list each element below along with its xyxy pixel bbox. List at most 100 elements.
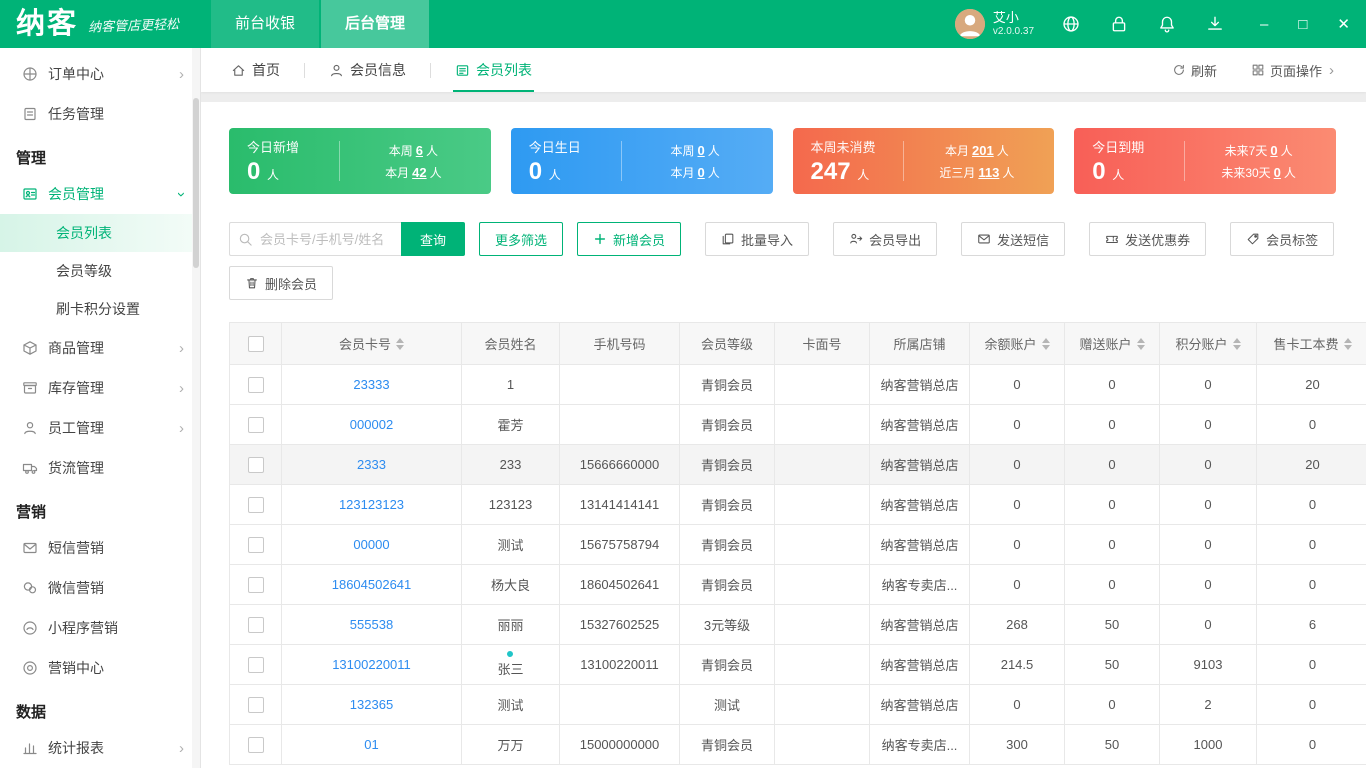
member-card-link[interactable]: 01 xyxy=(282,725,462,765)
send-sms-button[interactable]: 发送短信 xyxy=(961,222,1066,256)
row-checkbox[interactable] xyxy=(247,416,264,433)
row-checkbox[interactable] xyxy=(247,616,264,633)
minimize-button[interactable]: – xyxy=(1260,17,1268,32)
close-button[interactable]: ✕ xyxy=(1337,17,1350,32)
row-checkbox[interactable] xyxy=(247,536,264,553)
card-title: 今日生日 xyxy=(528,139,581,155)
column-header-phone: 手机号码 xyxy=(560,323,680,365)
cell-store: 纳客营销总店 xyxy=(870,445,970,485)
sms-icon xyxy=(22,540,38,556)
member-card-link[interactable]: 2333 xyxy=(282,445,462,485)
row-checkbox[interactable] xyxy=(247,656,264,673)
cell-fee: 0 xyxy=(1257,725,1366,765)
member-export-button[interactable]: 会员导出 xyxy=(833,222,938,256)
cell-balance: 0 xyxy=(970,445,1065,485)
cell-level: 青铜会员 xyxy=(680,565,775,605)
cell-balance: 300 xyxy=(970,725,1065,765)
titlebar-tab-cashier[interactable]: 前台收银 xyxy=(211,0,320,48)
row-checkbox[interactable] xyxy=(247,496,264,513)
sidebar-item-14[interactable]: 小程序营销 xyxy=(0,608,200,648)
table-row-9: 01 万万 15000000000 青铜会员 纳客专卖店... 300 50 1000 0 xyxy=(230,725,1366,765)
sidebar-item-0[interactable]: 订单中心 › xyxy=(0,54,200,94)
tab-0[interactable]: 首页 xyxy=(229,48,282,92)
sidebar-item-9[interactable]: 员工管理 › xyxy=(0,408,200,448)
sort-icon[interactable] xyxy=(1136,337,1145,350)
avatar[interactable] xyxy=(954,9,985,39)
member-card-link[interactable]: 123123123 xyxy=(282,485,462,525)
send-coupon-button[interactable]: 发送优惠券 xyxy=(1089,222,1207,256)
batch-import-button[interactable]: 批量导入 xyxy=(705,222,810,256)
member-card-link[interactable]: 00000 xyxy=(282,525,462,565)
sidebar-item-6[interactable]: 刷卡积分设置 xyxy=(0,290,200,328)
tab-label: 会员信息 xyxy=(350,62,406,78)
sort-icon[interactable] xyxy=(1232,337,1241,350)
row-checkbox[interactable] xyxy=(247,376,264,393)
column-header-balance[interactable]: 余额账户 xyxy=(970,323,1065,365)
row-checkbox[interactable] xyxy=(247,696,264,713)
add-member-button[interactable]: 新增会员 xyxy=(577,222,682,256)
tab-2[interactable]: 会员列表 xyxy=(453,48,534,92)
member-tag-button[interactable]: 会员标签 xyxy=(1230,222,1335,256)
column-header-fee[interactable]: 售卡工本费 xyxy=(1257,323,1366,365)
sidebar-item-13[interactable]: 微信营销 xyxy=(0,568,200,608)
member-card-link[interactable]: 555538 xyxy=(282,605,462,645)
select-all-checkbox[interactable] xyxy=(247,335,264,352)
maximize-button[interactable]: □ xyxy=(1298,17,1307,32)
column-label: 手机号码 xyxy=(593,337,646,352)
download-icon[interactable] xyxy=(1206,15,1224,33)
row-checkbox[interactable] xyxy=(247,576,264,593)
sidebar-item-12[interactable]: 短信营销 xyxy=(0,528,200,568)
row-checkbox[interactable] xyxy=(247,736,264,753)
sidebar-item-1[interactable]: 任务管理 xyxy=(0,94,200,134)
sidebar-item-15[interactable]: 营销中心 xyxy=(0,648,200,688)
sidebar-item-17[interactable]: 统计报表 › xyxy=(0,728,200,768)
card-divider xyxy=(339,141,340,181)
sort-icon[interactable] xyxy=(396,337,404,350)
cell-select xyxy=(230,405,282,445)
more-filters-button[interactable]: 更多筛选 xyxy=(479,222,564,256)
column-header-card-no[interactable]: 会员卡号 xyxy=(282,323,462,365)
page-operations-action[interactable]: 页面操作 › xyxy=(1251,61,1340,80)
row-checkbox[interactable] xyxy=(247,456,264,473)
cell-points: 0 xyxy=(1160,525,1257,565)
search-input[interactable] xyxy=(229,222,401,256)
sort-icon[interactable] xyxy=(1041,337,1050,350)
globe-icon[interactable] xyxy=(1062,15,1080,33)
refresh-action[interactable]: 刷新 xyxy=(1172,61,1217,80)
titlebar-tab-backoffice[interactable]: 后台管理 xyxy=(321,0,430,48)
user-name: 艾小 xyxy=(992,9,1019,25)
column-header-points[interactable]: 积分账户 xyxy=(1160,323,1257,365)
sidebar-item-4[interactable]: 会员列表 xyxy=(0,214,200,252)
cell-phone xyxy=(560,405,680,445)
member-card-link[interactable]: 18604502641 xyxy=(282,565,462,605)
scrollbar-thumb[interactable] xyxy=(193,98,199,268)
card-value: 0 人 xyxy=(1092,157,1125,185)
column-label: 余额账户 xyxy=(984,337,1037,352)
sidebar: 订单中心 › 任务管理 管理 会员管理 › 会员列表 会员等级 刷卡积分设置 商品管理 › 库存管理 ›… xyxy=(0,48,201,768)
sidebar-item-7[interactable]: 商品管理 › xyxy=(0,328,200,368)
bell-icon[interactable] xyxy=(1158,15,1176,33)
member-card-link[interactable]: 13100220011 xyxy=(282,645,462,685)
delete-member-button[interactable]: 删除会员 xyxy=(229,266,334,300)
member-card-link[interactable]: 23333 xyxy=(282,365,462,405)
titlebar-right: 艾小 v2.0.0.37 – □ ✕ xyxy=(954,9,1366,39)
cell-name: 霍芳 xyxy=(462,405,560,445)
column-header-gift[interactable]: 赠送账户 xyxy=(1065,323,1160,365)
sort-icon[interactable] xyxy=(1343,337,1352,350)
table-body: 23333 1 青铜会员 纳客营销总店 0 0 0 20 000002 霍芳 青铜会员 纳客营销总店 0… xyxy=(230,365,1366,765)
tab-1[interactable]: 会员信息 xyxy=(327,48,408,92)
plus-icon xyxy=(593,232,607,246)
cell-fee: 0 xyxy=(1257,685,1366,725)
sidebar-item-8[interactable]: 库存管理 › xyxy=(0,368,200,408)
member-card-link[interactable]: 000002 xyxy=(282,405,462,445)
lock-icon[interactable] xyxy=(1110,15,1128,33)
sidebar-scrollbar[interactable] xyxy=(192,48,200,768)
search-button[interactable]: 查询 xyxy=(401,222,466,256)
card-value: 0 人 xyxy=(247,157,280,185)
cell-fee: 0 xyxy=(1257,645,1366,685)
sidebar-item-3[interactable]: 会员管理 › xyxy=(0,174,200,214)
member-card-link[interactable]: 132365 xyxy=(282,685,462,725)
sidebar-item-5[interactable]: 会员等级 xyxy=(0,252,200,290)
sidebar-item-10[interactable]: 货流管理 xyxy=(0,448,200,488)
column-header-select[interactable] xyxy=(230,323,282,365)
